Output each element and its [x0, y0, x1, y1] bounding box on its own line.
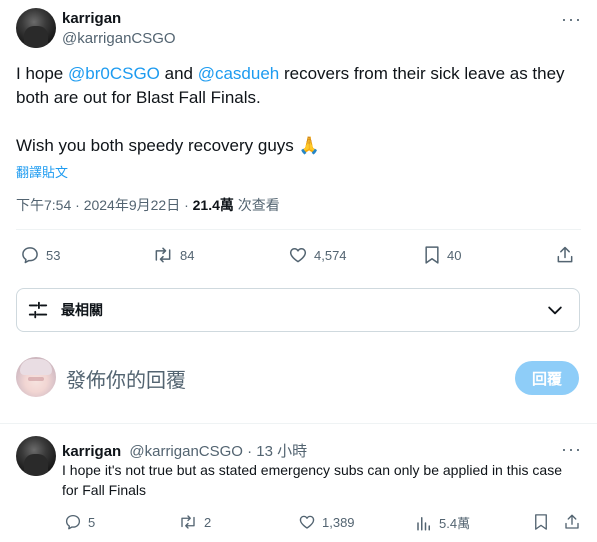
heart-icon: [299, 515, 315, 529]
bookmark-icon: [425, 246, 439, 264]
share-icon: [565, 514, 579, 529]
chevron-down-icon: [548, 306, 562, 315]
divider: [0, 423, 597, 424]
share-icon: [557, 246, 573, 263]
reply-text: I hope it's not true but as stated emerg…: [62, 462, 562, 498]
bookmark-icon: [535, 514, 547, 530]
mention-link[interactable]: @casdueh: [198, 64, 280, 83]
reply-icon: [22, 247, 38, 264]
current-user-avatar[interactable]: [16, 357, 56, 397]
views-label: 次查看: [233, 197, 280, 213]
reply-author-meta[interactable]: @karriganCSGO · 13 小時: [129, 443, 307, 460]
reply-reply-action[interactable]: 5: [64, 513, 95, 531]
mention-link[interactable]: @br0CSGO: [68, 64, 160, 83]
like-action[interactable]: 4,574: [288, 245, 347, 265]
translate-post-link[interactable]: 翻譯貼文: [16, 162, 68, 181]
reply-action[interactable]: 53: [20, 245, 60, 265]
sort-label: 最相關: [61, 302, 103, 318]
reply-bookmark-action[interactable]: [533, 513, 549, 531]
timestamp[interactable]: 下午7:54 · 2024年9月22日 ·: [16, 197, 193, 213]
reply-count: 53: [46, 247, 61, 263]
like-count: 4,574: [314, 247, 347, 263]
bookmark-action[interactable]: 40: [423, 245, 461, 265]
reply-header: karrigan @karriganCSGO · 13 小時: [62, 440, 307, 461]
tweet-paragraph-2: Wish you both speedy recovery guys 🙏: [16, 136, 320, 155]
views-count: 21.4萬: [192, 197, 234, 213]
reply-compose-input[interactable]: 發佈你的回覆: [66, 364, 186, 393]
more-options-icon[interactable]: ···: [561, 10, 582, 28]
author-name[interactable]: karrigan: [62, 10, 121, 27]
reply-author-avatar[interactable]: [16, 436, 56, 476]
reply-icon: [65, 514, 81, 530]
author-handle[interactable]: @karriganCSGO: [62, 30, 176, 47]
sliders-icon: [28, 301, 48, 319]
repost-count: 84: [180, 247, 195, 263]
reply-repost-action[interactable]: 2: [178, 513, 211, 531]
repost-icon: [181, 515, 195, 529]
reply-reply-count: 5: [88, 514, 96, 530]
heart-icon: [289, 248, 307, 263]
reply-author-name[interactable]: karrigan: [62, 443, 121, 460]
author-avatar[interactable]: [16, 8, 56, 48]
tweet-meta: 下午7:54 · 2024年9月22日 · 21.4萬 次查看: [16, 195, 280, 215]
reply-more-options-icon[interactable]: ···: [561, 440, 582, 458]
repost-icon: [155, 247, 171, 263]
tweet-text: I hope @br0CSGO and @casdueh recovers fr…: [16, 62, 581, 158]
reply-like-count: 1,389: [322, 514, 355, 530]
tweet-text-part: I hope: [16, 64, 68, 83]
reply-sort-selector[interactable]: 最相關: [16, 288, 580, 332]
reply-views-count: 5.4萬: [439, 516, 471, 531]
analytics-icon: [417, 516, 430, 530]
share-action[interactable]: [555, 245, 575, 265]
bookmark-count: 40: [447, 247, 462, 263]
reply-repost-count: 2: [204, 514, 212, 530]
tweet-text-part: and: [159, 64, 198, 83]
reply-like-action[interactable]: 1,389: [298, 513, 355, 531]
reply-share-action[interactable]: [563, 513, 581, 531]
divider: [16, 229, 581, 230]
reply-views-action[interactable]: 5.4萬: [415, 513, 470, 532]
repost-action[interactable]: 84: [152, 245, 194, 265]
reply-submit-button[interactable]: 回覆: [515, 361, 579, 395]
tweet-paragraph-1: I hope @br0CSGO and @casdueh recovers fr…: [16, 62, 581, 110]
